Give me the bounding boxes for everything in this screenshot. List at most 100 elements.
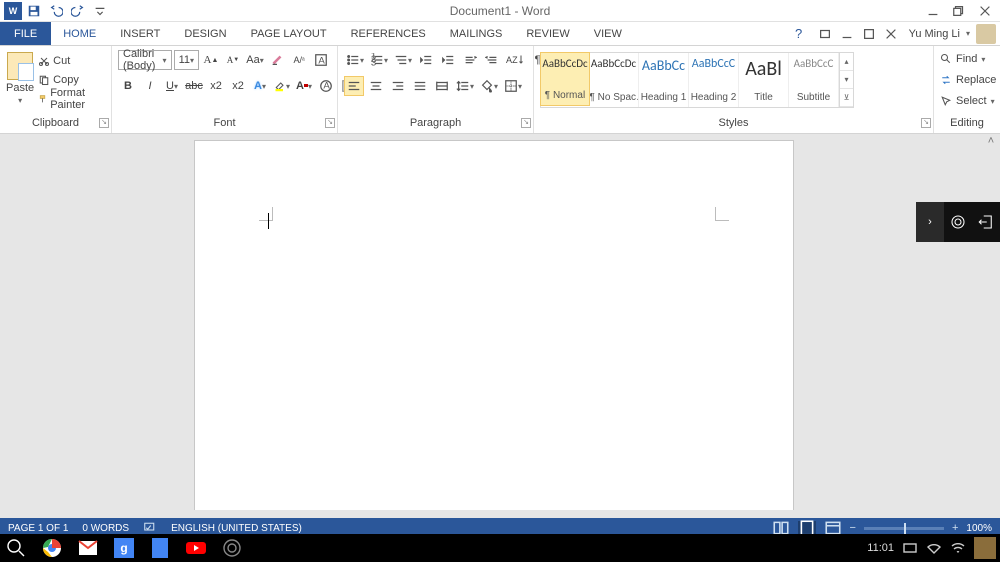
status-language[interactable]: ENGLISH (UNITED STATES) [171,523,302,534]
sidepanel-exit-icon[interactable] [972,202,1000,242]
word-app-icon[interactable]: W [4,2,22,20]
increase-indent-icon[interactable] [438,50,458,70]
print-layout-icon[interactable] [798,521,816,535]
borders-icon[interactable]: ▾ [502,76,524,96]
tab-mailings[interactable]: MAILINGS [438,22,515,45]
gallery-more-icon[interactable]: ⊻ [840,89,853,107]
numbering-icon[interactable]: 123▾ [368,50,390,70]
font-name-combo[interactable]: Calibri (Body)▾ [118,50,172,70]
bullets-icon[interactable]: ▾ [344,50,366,70]
copy-button[interactable]: Copy [38,71,105,88]
style-title[interactable]: AaBlTitle [739,53,789,107]
outer-restore-icon[interactable] [948,2,970,20]
taskbar-gmail-icon[interactable] [76,536,100,560]
tab-design[interactable]: DESIGN [172,22,238,45]
user-menu-icon[interactable]: ▾ [966,29,970,38]
multilevel-list-icon[interactable]: ▾ [392,50,414,70]
qat-customize-icon[interactable] [90,2,110,20]
style-heading2[interactable]: AaBbCcCHeading 2 [689,53,739,107]
status-page[interactable]: PAGE 1 OF 1 [8,523,68,534]
cut-button[interactable]: Cut [38,52,105,69]
format-painter-button[interactable]: Format Painter [38,90,105,107]
distributed-icon[interactable] [432,76,452,96]
zoom-out-icon[interactable]: − [850,522,856,534]
enclose-characters-icon[interactable]: A [316,76,336,96]
taskbar-docs-icon[interactable] [148,536,172,560]
tab-insert[interactable]: INSERT [108,22,172,45]
text-effects-icon[interactable]: A▾ [250,76,270,96]
chevron-down-icon[interactable]: ▾ [163,56,167,65]
status-words[interactable]: 0 WORDS [82,523,129,534]
highlight-color-icon[interactable]: ▾ [272,76,292,96]
clear-formatting-icon[interactable] [267,50,287,70]
undo-icon[interactable] [46,2,66,20]
page[interactable] [194,140,794,510]
avatar[interactable] [976,24,996,44]
web-layout-icon[interactable] [824,521,842,535]
grow-font-icon[interactable]: A▲ [201,50,221,70]
chevron-down-icon[interactable]: ▾ [190,56,194,65]
find-button[interactable]: Find▾ [940,50,996,68]
redo-icon[interactable] [68,2,88,20]
underline-button[interactable]: U▾ [162,76,182,96]
line-spacing-icon[interactable]: ▾ [454,76,476,96]
decrease-indent-icon[interactable] [416,50,436,70]
font-color-icon[interactable]: A▾ [294,76,314,96]
taskbar-app-icon[interactable] [220,536,244,560]
tab-review[interactable]: REVIEW [514,22,581,45]
styles-dialog-icon[interactable]: ↘ [921,118,931,128]
minimize-icon[interactable] [837,25,857,43]
maximize-icon[interactable] [859,25,879,43]
sidepanel-expand-icon[interactable]: › [916,202,944,242]
tab-page-layout[interactable]: PAGE LAYOUT [239,22,339,45]
subscript-button[interactable]: x2 [206,76,226,96]
close-icon[interactable] [881,25,901,43]
gallery-up-icon[interactable]: ▴ [840,53,853,71]
italic-button[interactable]: I [140,76,160,96]
zoom-slider[interactable] [864,527,944,530]
tab-file[interactable]: FILE [0,22,51,45]
justify-icon[interactable] [410,76,430,96]
taskbar-search-icon[interactable] [4,536,28,560]
strikethrough-button[interactable]: abc [184,76,204,96]
taskbar-chrome-icon[interactable] [40,536,64,560]
bold-button[interactable]: B [118,76,138,96]
tray-keyboard-icon[interactable] [902,540,918,556]
tab-home[interactable]: HOME [51,22,108,45]
tray-wifi-icon[interactable] [950,540,966,556]
superscript-button[interactable]: x2 [228,76,248,96]
styles-gallery[interactable]: AaBbCcDc¶ Normal AaBbCcDc¶ No Spac… AaBb… [540,52,854,108]
paste-dropdown-icon[interactable]: ▾ [18,96,22,105]
outer-close-icon[interactable] [974,2,996,20]
rtl-direction-icon[interactable] [482,50,502,70]
user-name[interactable]: Yu Ming Li [909,28,960,40]
clipboard-dialog-icon[interactable]: ↘ [99,118,109,128]
tray-network-icon[interactable] [926,540,942,556]
shrink-font-icon[interactable]: A▼ [223,50,243,70]
character-border-icon[interactable]: A [311,50,331,70]
taskbar-clock[interactable]: 11:01 [867,542,894,554]
zoom-in-icon[interactable]: + [952,522,958,534]
align-center-icon[interactable] [366,76,386,96]
tab-view[interactable]: VIEW [582,22,634,45]
phonetic-guide-icon[interactable]: A/ᵃ [289,50,309,70]
replace-button[interactable]: Replace [940,71,996,89]
font-size-combo[interactable]: 11▾ [174,50,199,70]
ltr-direction-icon[interactable] [460,50,480,70]
font-dialog-icon[interactable]: ↘ [325,118,335,128]
document-area[interactable]: ˄ › [0,134,1000,510]
zoom-level[interactable]: 100% [966,523,992,534]
shading-icon[interactable]: ▾ [478,76,500,96]
align-right-icon[interactable] [388,76,408,96]
help-icon[interactable]: ? [789,25,809,43]
paragraph-dialog-icon[interactable]: ↘ [521,118,531,128]
sort-icon[interactable]: AZ [504,50,526,70]
change-case-icon[interactable]: Aa▾ [245,50,265,70]
paste-button[interactable]: Paste ▾ [6,50,34,105]
read-mode-icon[interactable] [772,521,790,535]
save-icon[interactable] [24,2,44,20]
align-left-icon[interactable] [344,76,364,96]
select-button[interactable]: Select▾ [940,92,996,110]
gallery-down-icon[interactable]: ▾ [840,71,853,89]
taskbar-youtube-icon[interactable] [184,536,208,560]
